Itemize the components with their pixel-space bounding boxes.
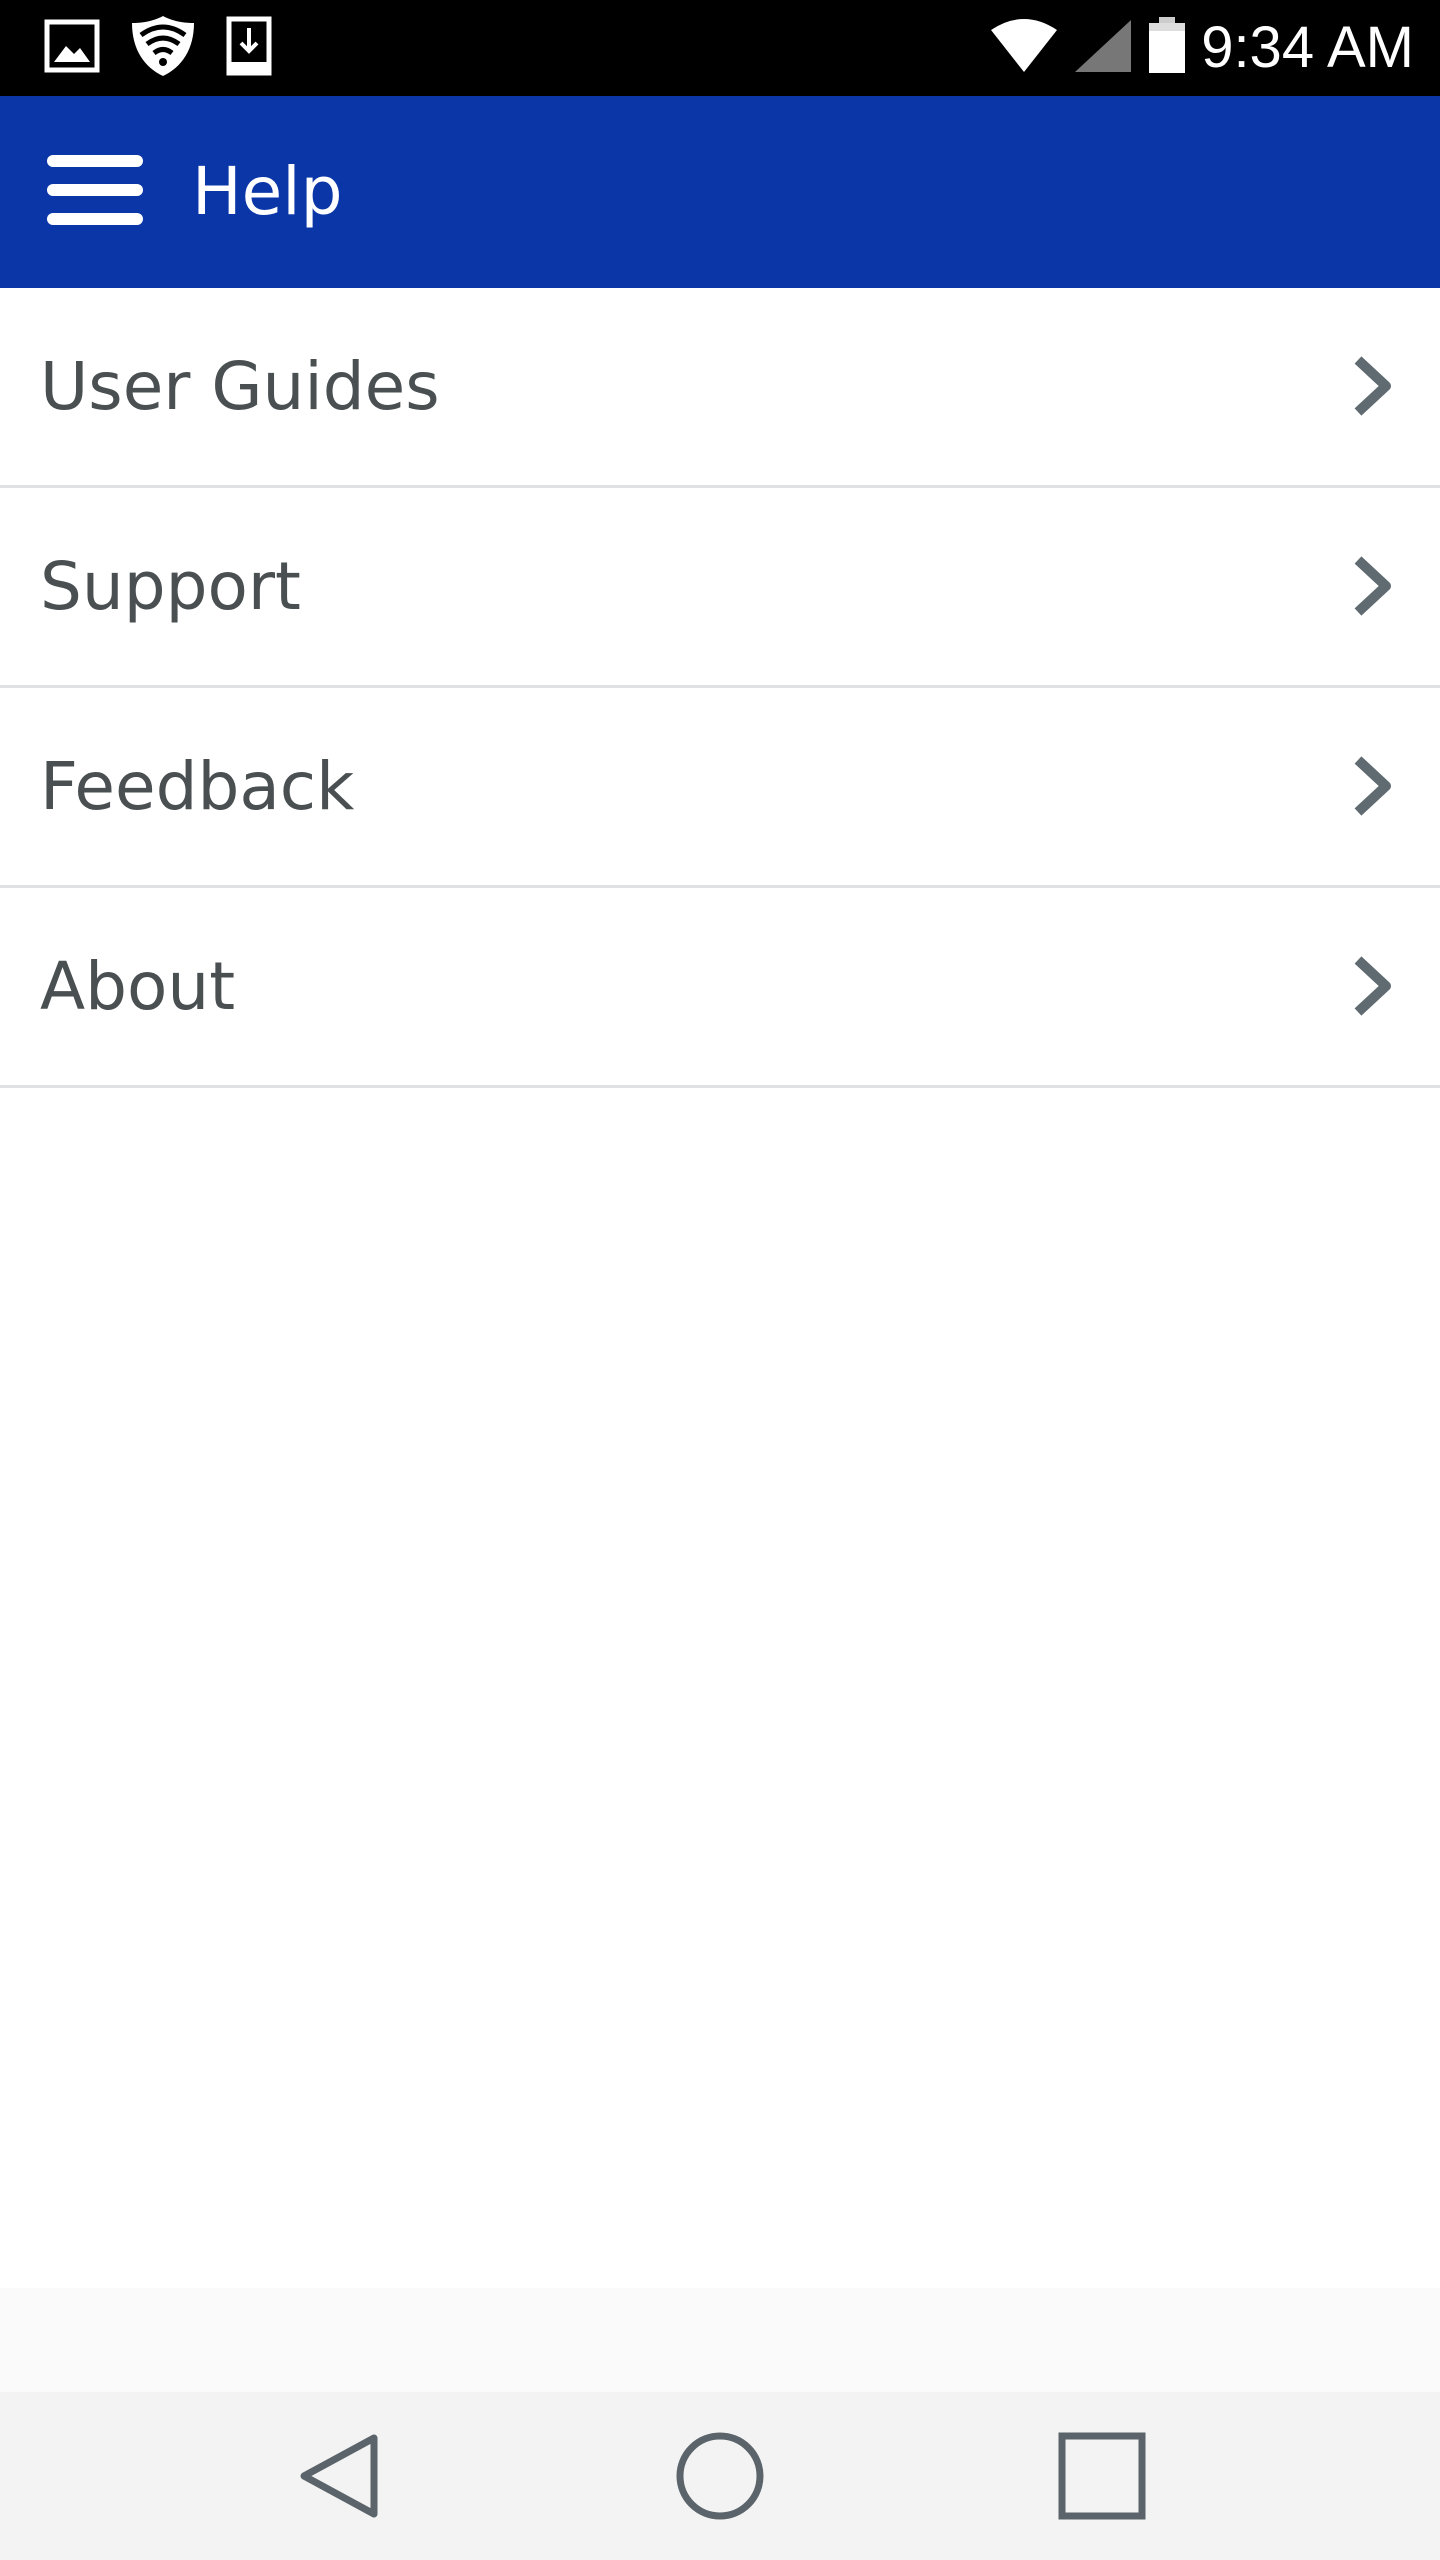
status-bar: 9:34 AM (0, 0, 1440, 96)
back-icon (290, 2434, 390, 2530)
status-bar-notifications (44, 16, 272, 80)
signal-icon (1073, 18, 1133, 78)
menu-button[interactable] (30, 142, 160, 242)
image-icon (44, 18, 100, 78)
chevron-right-icon (1348, 554, 1398, 618)
list-item-label: About (40, 948, 236, 1025)
list-item-about[interactable]: About (0, 888, 1440, 1088)
page-title: Help (192, 153, 343, 230)
list-item-user-guides[interactable]: User Guides (0, 288, 1440, 488)
list-item-support[interactable]: Support (0, 488, 1440, 688)
recents-button[interactable] (1052, 2426, 1152, 2526)
wifi-icon (989, 18, 1059, 78)
status-time: 9:34 AM (1201, 15, 1414, 80)
hamburger-menu-icon (45, 153, 145, 231)
app-bar: Help (0, 96, 1440, 288)
list-item-label: Feedback (40, 748, 355, 825)
battery-icon (1147, 17, 1187, 79)
download-icon (226, 16, 272, 80)
list-item-label: Support (40, 548, 301, 625)
bottom-spacer (0, 2288, 1440, 2392)
back-button[interactable] (290, 2426, 390, 2526)
home-button[interactable] (670, 2426, 770, 2526)
list-item-feedback[interactable]: Feedback (0, 688, 1440, 888)
chevron-right-icon (1348, 354, 1398, 418)
list-item-label: User Guides (40, 348, 440, 425)
status-bar-system: 9:34 AM (989, 10, 1414, 86)
shield-wifi-icon (128, 13, 198, 83)
chevron-right-icon (1348, 954, 1398, 1018)
help-screen: 9:34 AM Help User Guides Support Feedbac… (0, 0, 1440, 2560)
system-nav-bar (0, 2392, 1440, 2560)
chevron-right-icon (1348, 754, 1398, 818)
help-menu-list: User Guides Support Feedback About (0, 288, 1440, 1088)
home-icon (670, 2432, 770, 2530)
recents-icon (1052, 2432, 1152, 2530)
